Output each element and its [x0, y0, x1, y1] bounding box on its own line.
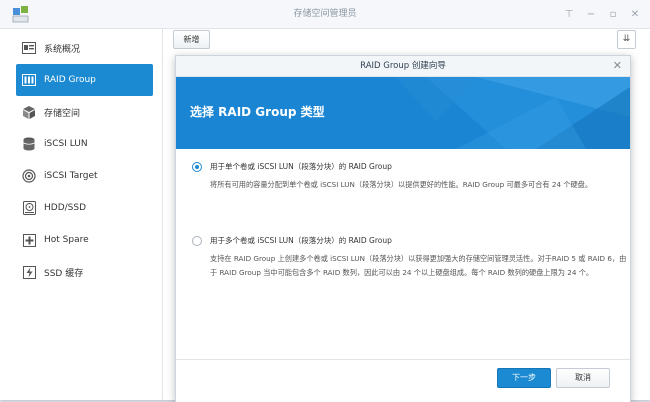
radio-single-volume[interactable]: [192, 162, 202, 172]
target-icon: [22, 169, 36, 183]
sidebar-item-label: iSCSI Target: [44, 171, 98, 181]
pin-icon[interactable]: ⊤: [564, 9, 574, 20]
option-description: 将所有可用的容量分配到单个卷或 iSCSI LUN（段落分块）以提供更好的性能。…: [210, 180, 593, 189]
radio-multiple-volumes[interactable]: [192, 236, 202, 246]
window-controls: ⊤ − ▫ ✕: [564, 0, 640, 28]
sidebar-item-label: 存储空间: [44, 108, 81, 119]
sidebar-item-overview[interactable]: 系统概况: [16, 32, 153, 64]
hot-spare-icon: [22, 233, 36, 247]
sidebar-item-hdd-ssd[interactable]: HDD/SSD: [16, 192, 153, 224]
sidebar-item-label: HDD/SSD: [44, 203, 87, 213]
option-label: 用于多个卷或 iSCSI LUN（段落分块）的 RAID Group: [210, 236, 392, 245]
raid-icon: [22, 73, 36, 87]
banner-title: 选择 RAID Group 类型: [190, 105, 325, 119]
sidebar-item-label: RAID Group: [44, 75, 96, 85]
sidebar-item-label: Hot Spare: [44, 235, 89, 245]
disk-icon: [22, 201, 36, 215]
option-label: 用于单个卷或 iSCSI LUN（段落分块）的 RAID Group: [210, 162, 392, 171]
storage-icon: [22, 105, 36, 119]
ssd-cache-icon: [22, 265, 36, 279]
dialog-close-icon[interactable]: ✕: [613, 56, 622, 76]
next-button[interactable]: 下一步: [497, 368, 551, 388]
sort-icon[interactable]: ⇊: [617, 30, 636, 49]
sidebar: 系统概况 RAID Group 存储空间 iSCSI LUN iSCSI Tar…: [0, 29, 163, 400]
dialog-header: RAID Group 创建向导 ✕: [176, 56, 630, 77]
sidebar-item-iscsi-target[interactable]: iSCSI Target: [16, 160, 153, 192]
window-title: 存储空间管理员: [293, 9, 357, 19]
sidebar-item-storage[interactable]: 存储空间: [16, 96, 153, 128]
wizard-banner: 选择 RAID Group 类型: [176, 77, 630, 149]
sidebar-item-raid-group[interactable]: RAID Group: [16, 64, 153, 96]
close-icon[interactable]: ✕: [630, 9, 640, 20]
title-bar: 存储空间管理员 ⊤ − ▫ ✕: [0, 0, 650, 29]
minimize-icon[interactable]: −: [586, 9, 596, 20]
new-button[interactable]: 新增: [173, 30, 210, 49]
sidebar-item-iscsi-lun[interactable]: iSCSI LUN: [16, 128, 153, 160]
maximize-icon[interactable]: ▫: [608, 9, 618, 20]
raid-group-wizard-dialog: RAID Group 创建向导 ✕ 选择 RAID Group 类型 用于单个卷…: [175, 55, 631, 402]
sidebar-item-label: 系统概况: [44, 44, 81, 55]
sidebar-item-label: SSD 缓存: [44, 268, 84, 279]
lun-icon: [22, 137, 36, 151]
overview-icon: [22, 41, 36, 55]
sidebar-item-ssd-cache[interactable]: SSD 缓存: [16, 256, 153, 288]
dialog-footer: 下一步 取消: [176, 359, 630, 402]
sidebar-item-hot-spare[interactable]: Hot Spare: [16, 224, 153, 256]
option-description: 支持在 RAID Group 上创建多个卷或 iSCSI LUN（段落分块）以获…: [210, 254, 627, 277]
sidebar-item-label: iSCSI LUN: [44, 139, 88, 149]
cancel-button[interactable]: 取消: [556, 368, 610, 388]
dialog-title: RAID Group 创建向导: [360, 61, 446, 71]
